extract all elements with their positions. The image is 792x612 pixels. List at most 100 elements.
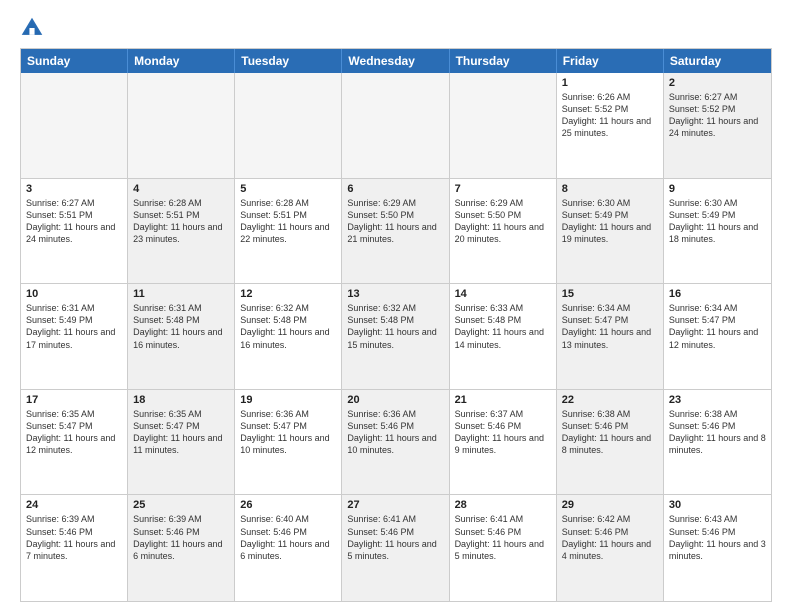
day-number: 2 — [669, 77, 766, 89]
day-number: 10 — [26, 288, 122, 300]
day-cell-13: 13Sunrise: 6:32 AM Sunset: 5:48 PM Dayli… — [342, 284, 449, 389]
cell-text: Sunrise: 6:26 AM Sunset: 5:52 PM Dayligh… — [562, 91, 658, 140]
day-number: 30 — [669, 499, 766, 511]
cell-text: Sunrise: 6:34 AM Sunset: 5:47 PM Dayligh… — [669, 302, 766, 351]
day-cell-9: 9 Sunrise: 6:30 AM Sunset: 5:49 PM Daylig… — [664, 179, 771, 284]
day-number: 16 — [669, 288, 766, 300]
day-cell-6: 6 Sunrise: 6:29 AM Sunset: 5:50 PM Daylig… — [342, 179, 449, 284]
weekday-header-saturday: Saturday — [664, 49, 771, 73]
day-cell-14: 14 Sunrise: 6:33 AM Sunset: 5:48 PM Dayli… — [450, 284, 557, 389]
day-cell-23: 23 Sunrise: 6:38 AM Sunset: 5:46 PM Dayli… — [664, 390, 771, 495]
calendar-header: SundayMondayTuesdayWednesdayThursdayFrid… — [21, 49, 771, 73]
empty-cell — [235, 73, 342, 178]
day-cell-2: 2Sunrise: 6:27 AM Sunset: 5:52 PM Daylig… — [664, 73, 771, 178]
calendar-row-5: 24 Sunrise: 6:39 AM Sunset: 5:46 PM Dayli… — [21, 495, 771, 601]
cell-text: Sunrise: 6:41 AM Sunset: 5:46 PM Dayligh… — [347, 513, 443, 562]
day-number: 23 — [669, 394, 766, 406]
day-number: 21 — [455, 394, 551, 406]
day-cell-24: 24 Sunrise: 6:39 AM Sunset: 5:46 PM Dayli… — [21, 495, 128, 601]
day-number: 4 — [133, 183, 229, 195]
cell-text: Sunrise: 6:39 AM Sunset: 5:46 PM Dayligh… — [26, 513, 122, 562]
day-number: 22 — [562, 394, 658, 406]
day-number: 20 — [347, 394, 443, 406]
weekday-header-wednesday: Wednesday — [342, 49, 449, 73]
cell-text: Sunrise: 6:43 AM Sunset: 5:46 PM Dayligh… — [669, 513, 766, 562]
empty-cell — [128, 73, 235, 178]
logo-icon — [20, 16, 44, 40]
day-number: 9 — [669, 183, 766, 195]
day-cell-15: 15 Sunrise: 6:34 AM Sunset: 5:47 PM Dayli… — [557, 284, 664, 389]
cell-text: Sunrise: 6:28 AM Sunset: 5:51 PM Dayligh… — [133, 197, 229, 246]
cell-text: Sunrise: 6:38 AM Sunset: 5:46 PM Dayligh… — [562, 408, 658, 457]
day-cell-27: 27 Sunrise: 6:41 AM Sunset: 5:46 PM Dayli… — [342, 495, 449, 601]
day-cell-20: 20Sunrise: 6:36 AM Sunset: 5:46 PM Dayli… — [342, 390, 449, 495]
day-cell-10: 10 Sunrise: 6:31 AM Sunset: 5:49 PM Dayli… — [21, 284, 128, 389]
day-number: 17 — [26, 394, 122, 406]
cell-text: Sunrise: 6:29 AM Sunset: 5:50 PM Dayligh… — [347, 197, 443, 246]
page: SundayMondayTuesdayWednesdayThursdayFrid… — [0, 0, 792, 612]
empty-cell — [342, 73, 449, 178]
day-cell-5: 5Sunrise: 6:28 AM Sunset: 5:51 PM Daylig… — [235, 179, 342, 284]
day-number: 24 — [26, 499, 122, 511]
day-cell-7: 7 Sunrise: 6:29 AM Sunset: 5:50 PM Daylig… — [450, 179, 557, 284]
day-number: 27 — [347, 499, 443, 511]
day-cell-18: 18 Sunrise: 6:35 AM Sunset: 5:47 PM Dayli… — [128, 390, 235, 495]
day-number: 26 — [240, 499, 336, 511]
day-cell-25: 25 Sunrise: 6:39 AM Sunset: 5:46 PM Dayli… — [128, 495, 235, 601]
cell-text: Sunrise: 6:39 AM Sunset: 5:46 PM Dayligh… — [133, 513, 229, 562]
day-number: 25 — [133, 499, 229, 511]
cell-text: Sunrise: 6:31 AM Sunset: 5:48 PM Dayligh… — [133, 302, 229, 351]
day-number: 19 — [240, 394, 336, 406]
day-cell-16: 16 Sunrise: 6:34 AM Sunset: 5:47 PM Dayli… — [664, 284, 771, 389]
calendar-row-4: 17 Sunrise: 6:35 AM Sunset: 5:47 PM Dayli… — [21, 390, 771, 496]
calendar-row-1: 1 Sunrise: 6:26 AM Sunset: 5:52 PM Daylig… — [21, 73, 771, 179]
weekday-header-tuesday: Tuesday — [235, 49, 342, 73]
cell-text: Sunrise: 6:33 AM Sunset: 5:48 PM Dayligh… — [455, 302, 551, 351]
cell-text: Sunrise: 6:35 AM Sunset: 5:47 PM Dayligh… — [26, 408, 122, 457]
day-number: 1 — [562, 77, 658, 89]
day-number: 13 — [347, 288, 443, 300]
cell-text: Sunrise: 6:35 AM Sunset: 5:47 PM Dayligh… — [133, 408, 229, 457]
day-cell-3: 3Sunrise: 6:27 AM Sunset: 5:51 PM Daylig… — [21, 179, 128, 284]
day-number: 15 — [562, 288, 658, 300]
weekday-header-thursday: Thursday — [450, 49, 557, 73]
empty-cell — [21, 73, 128, 178]
cell-text: Sunrise: 6:30 AM Sunset: 5:49 PM Dayligh… — [562, 197, 658, 246]
day-cell-8: 8 Sunrise: 6:30 AM Sunset: 5:49 PM Daylig… — [557, 179, 664, 284]
day-cell-11: 11 Sunrise: 6:31 AM Sunset: 5:48 PM Dayli… — [128, 284, 235, 389]
day-number: 28 — [455, 499, 551, 511]
cell-text: Sunrise: 6:36 AM Sunset: 5:47 PM Dayligh… — [240, 408, 336, 457]
day-number: 18 — [133, 394, 229, 406]
day-number: 8 — [562, 183, 658, 195]
day-number: 7 — [455, 183, 551, 195]
weekday-header-monday: Monday — [128, 49, 235, 73]
cell-text: Sunrise: 6:30 AM Sunset: 5:49 PM Dayligh… — [669, 197, 766, 246]
cell-text: Sunrise: 6:42 AM Sunset: 5:46 PM Dayligh… — [562, 513, 658, 562]
cell-text: Sunrise: 6:41 AM Sunset: 5:46 PM Dayligh… — [455, 513, 551, 562]
day-cell-28: 28 Sunrise: 6:41 AM Sunset: 5:46 PM Dayli… — [450, 495, 557, 601]
day-number: 3 — [26, 183, 122, 195]
cell-text: Sunrise: 6:38 AM Sunset: 5:46 PM Dayligh… — [669, 408, 766, 457]
day-cell-29: 29 Sunrise: 6:42 AM Sunset: 5:46 PM Dayli… — [557, 495, 664, 601]
cell-text: Sunrise: 6:34 AM Sunset: 5:47 PM Dayligh… — [562, 302, 658, 351]
calendar-body: 1 Sunrise: 6:26 AM Sunset: 5:52 PM Daylig… — [21, 73, 771, 601]
day-cell-1: 1 Sunrise: 6:26 AM Sunset: 5:52 PM Daylig… — [557, 73, 664, 178]
day-cell-4: 4 Sunrise: 6:28 AM Sunset: 5:51 PM Daylig… — [128, 179, 235, 284]
calendar-row-2: 3Sunrise: 6:27 AM Sunset: 5:51 PM Daylig… — [21, 179, 771, 285]
day-cell-26: 26 Sunrise: 6:40 AM Sunset: 5:46 PM Dayli… — [235, 495, 342, 601]
cell-text: Sunrise: 6:40 AM Sunset: 5:46 PM Dayligh… — [240, 513, 336, 562]
day-number: 29 — [562, 499, 658, 511]
cell-text: Sunrise: 6:31 AM Sunset: 5:49 PM Dayligh… — [26, 302, 122, 351]
cell-text: Sunrise: 6:29 AM Sunset: 5:50 PM Dayligh… — [455, 197, 551, 246]
empty-cell — [450, 73, 557, 178]
day-cell-19: 19 Sunrise: 6:36 AM Sunset: 5:47 PM Dayli… — [235, 390, 342, 495]
day-number: 6 — [347, 183, 443, 195]
day-cell-21: 21 Sunrise: 6:37 AM Sunset: 5:46 PM Dayli… — [450, 390, 557, 495]
day-number: 5 — [240, 183, 336, 195]
cell-text: Sunrise: 6:32 AM Sunset: 5:48 PM Dayligh… — [240, 302, 336, 351]
day-cell-12: 12Sunrise: 6:32 AM Sunset: 5:48 PM Dayli… — [235, 284, 342, 389]
day-number: 14 — [455, 288, 551, 300]
day-number: 11 — [133, 288, 229, 300]
calendar: SundayMondayTuesdayWednesdayThursdayFrid… — [20, 48, 772, 602]
cell-text: Sunrise: 6:37 AM Sunset: 5:46 PM Dayligh… — [455, 408, 551, 457]
